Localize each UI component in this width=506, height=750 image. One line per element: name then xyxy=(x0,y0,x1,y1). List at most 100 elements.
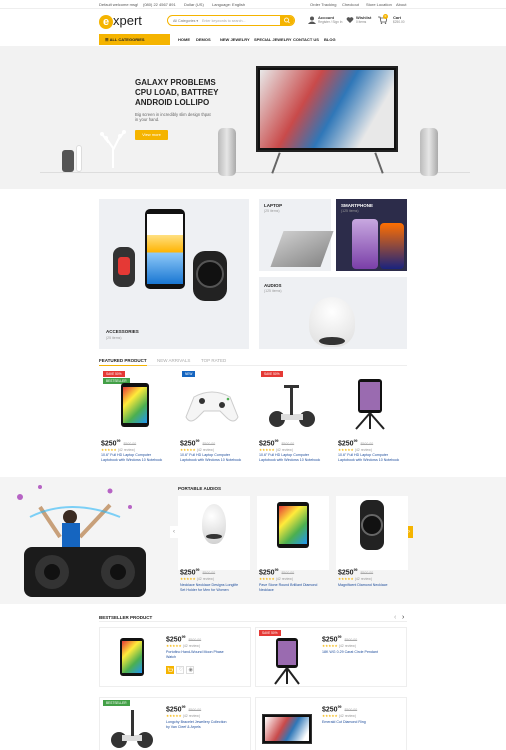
category-count: (25 items) xyxy=(106,336,122,340)
product-title: Pave Stone Round Brilliant Diamond Neckla… xyxy=(259,583,318,592)
category-accessories[interactable]: ACCESSORIES (25 items) xyxy=(99,199,249,349)
audio-speaker-image xyxy=(309,297,355,347)
product-image xyxy=(262,714,312,744)
bottle-image xyxy=(76,145,82,172)
portable-audios-heading: PORTABLE AUDIOS xyxy=(178,486,222,491)
currency-select[interactable]: Dollar (US) xyxy=(184,2,204,7)
heart-icon xyxy=(346,17,354,23)
product-card[interactable]: SAVE 50% $25099$500.00 ★★★★★ (42 review)… xyxy=(255,627,407,687)
hero-subtitle: Big screen in incredibly slim design thp… xyxy=(135,112,211,122)
product-price: $25099$500.00 xyxy=(322,705,358,714)
fitness-band-image xyxy=(113,247,135,287)
chevron-left-icon: ‹ xyxy=(173,529,175,535)
smartphone-front-image xyxy=(380,223,404,269)
tab-featured-product[interactable]: FEATURED PRODUCT xyxy=(99,358,147,363)
product-price: $25099$500.00 xyxy=(101,439,137,448)
logo-text: xpert xyxy=(113,13,142,28)
product-title: 10.6" Full HD Laptop Computer Laptobook w… xyxy=(259,453,321,462)
product-price: $25099$500.00 xyxy=(180,568,216,577)
product-rating: ★★★★★ (42 review) xyxy=(322,644,356,648)
chevron-left-icon[interactable]: ‹ xyxy=(394,614,396,621)
search-button[interactable] xyxy=(280,16,294,25)
all-categories-button[interactable]: ☰ ALL CATEGORIES xyxy=(99,34,170,45)
category-label: ACCESSORIES xyxy=(106,329,139,334)
smartwatch-image xyxy=(193,251,227,301)
product-image xyxy=(185,391,239,422)
hero-view-more-button[interactable]: View more xyxy=(135,130,168,140)
laptop-image xyxy=(270,231,334,267)
search-category-select[interactable]: All Categories ▾ xyxy=(173,19,198,23)
bestseller-badge: BESTSELLER xyxy=(103,700,130,706)
dancer-speaker-image xyxy=(17,485,146,597)
active-tab-indicator xyxy=(99,365,147,366)
search-bar[interactable]: All Categories ▾ Enter keywords to searc… xyxy=(167,15,295,26)
quick-view-button[interactable]: ◉ xyxy=(186,666,194,674)
product-card[interactable]: BESTSELLER $25099$500.00 ★★★★★ (42 revie… xyxy=(99,697,251,750)
language-select[interactable]: Language: English xyxy=(212,2,245,7)
product-card[interactable]: $25099$500.00 ★★★★★ (42 review) 10.6" Fu… xyxy=(336,371,412,467)
checkout-link[interactable]: Checkout xyxy=(342,2,359,7)
sale-badge: SAVE 50% xyxy=(103,371,125,377)
search-input[interactable]: Enter keywords to search... xyxy=(202,19,246,23)
product-image xyxy=(120,638,144,676)
eye-icon: ◉ xyxy=(188,667,193,673)
product-rating: ★★★★★ (42 review) xyxy=(259,577,293,581)
product-rating: ★★★★★ (42 review) xyxy=(166,714,200,718)
site-logo[interactable]: e xpert xyxy=(99,13,142,29)
product-card[interactable]: SAVE 50% BESTSELLER $25099$500.00 ★★★★★ … xyxy=(99,371,175,467)
category-smartphone[interactable]: SMARTPHONE (125 items) xyxy=(336,199,407,271)
about-link[interactable]: About xyxy=(396,2,406,7)
carousel-prev-button[interactable]: ‹ xyxy=(170,526,178,538)
product-card[interactable] xyxy=(178,496,250,570)
product-card[interactable]: NEW $25099$500.00 ★★★★★ (42 review) 10.6… xyxy=(178,371,254,467)
user-icon xyxy=(308,16,316,24)
product-price: $25099$500.00 xyxy=(180,439,216,448)
product-rating: ★★★★★ (42 review) xyxy=(180,448,214,452)
nav-demos[interactable]: DEMOS xyxy=(196,37,211,42)
add-to-cart-button[interactable] xyxy=(166,666,174,674)
nav-blog[interactable]: BLOG xyxy=(324,37,336,42)
product-title: 10.6" Full HD Laptop Computer Laptobook w… xyxy=(180,453,242,462)
category-laptop[interactable]: LAPTOP (25 items) xyxy=(259,199,334,271)
store-location-link[interactable]: Store Location xyxy=(366,2,392,7)
product-card[interactable]: SAVE 50% $25099$500.00 ★★★★★ (42 review)… xyxy=(257,371,333,467)
product-card[interactable]: $25099$500.00 ★★★★★ (42 review) Emerald … xyxy=(255,697,407,750)
divider xyxy=(99,621,407,622)
heart-icon: ♡ xyxy=(178,667,183,673)
nav-contact-us[interactable]: CONTACT US xyxy=(293,37,319,42)
product-rating: ★★★★★ (42 review) xyxy=(166,644,200,648)
bestseller-heading: BESTSELLER PRODUCT xyxy=(99,615,153,620)
chevron-right-icon[interactable]: › xyxy=(402,614,404,621)
product-card[interactable] xyxy=(336,496,408,570)
product-price: $25099$500.00 xyxy=(166,705,202,714)
category-audios[interactable]: AUDIOS (125 items) xyxy=(259,277,407,349)
all-categories-label: ALL CATEGORIES xyxy=(109,37,145,42)
logo-mark: e xyxy=(99,14,113,29)
product-title: Emerald Cut Diamond Ring xyxy=(322,720,366,724)
sale-badge: SAVE 50% xyxy=(261,371,283,377)
product-rating: ★★★★★ (42 review) xyxy=(259,448,293,452)
product-rating: ★★★★★ (42 review) xyxy=(322,714,356,718)
wishlist-button[interactable]: ♡ xyxy=(176,666,184,674)
product-price: $25099$500.00 xyxy=(259,568,295,577)
hero-title: GALAXY PROBLEMS CPU LOAD, BATTREY ANDROID … xyxy=(135,78,219,107)
wishlist-sub: 0 items xyxy=(356,20,367,24)
order-tracking-link[interactable]: Order Tracking xyxy=(310,2,336,7)
product-title: Necklace Necklace Designs Longlife Set Ho… xyxy=(180,583,239,592)
product-card[interactable] xyxy=(257,496,329,570)
nav-special-jewelry[interactable]: SPECIAL JEWELRY xyxy=(254,37,292,42)
nav-new-jewelry[interactable]: NEW JEWELRY xyxy=(220,37,250,42)
product-price: $25099$500.00 xyxy=(338,439,374,448)
nav-home[interactable]: HOME xyxy=(178,37,190,42)
category-label: SMARTPHONE xyxy=(341,203,374,208)
shelf-line xyxy=(40,172,470,173)
category-label: AUDIOS xyxy=(264,283,282,288)
cart-total: $250.00 xyxy=(393,20,405,24)
product-title: 18K WG 0.29 Carat Circle Pendant xyxy=(322,650,378,654)
product-rating: ★★★★★ (42 review) xyxy=(338,448,372,452)
product-card[interactable]: $25099$500.00 ★★★★★ (42 review) Portofin… xyxy=(99,627,251,687)
tab-new-arrivals[interactable]: NEW ARRIVALS xyxy=(157,358,190,363)
product-image xyxy=(202,504,226,544)
tab-top-rated[interactable]: TOP RATED xyxy=(201,358,226,363)
product-price: $25099$500.00 xyxy=(338,568,374,577)
